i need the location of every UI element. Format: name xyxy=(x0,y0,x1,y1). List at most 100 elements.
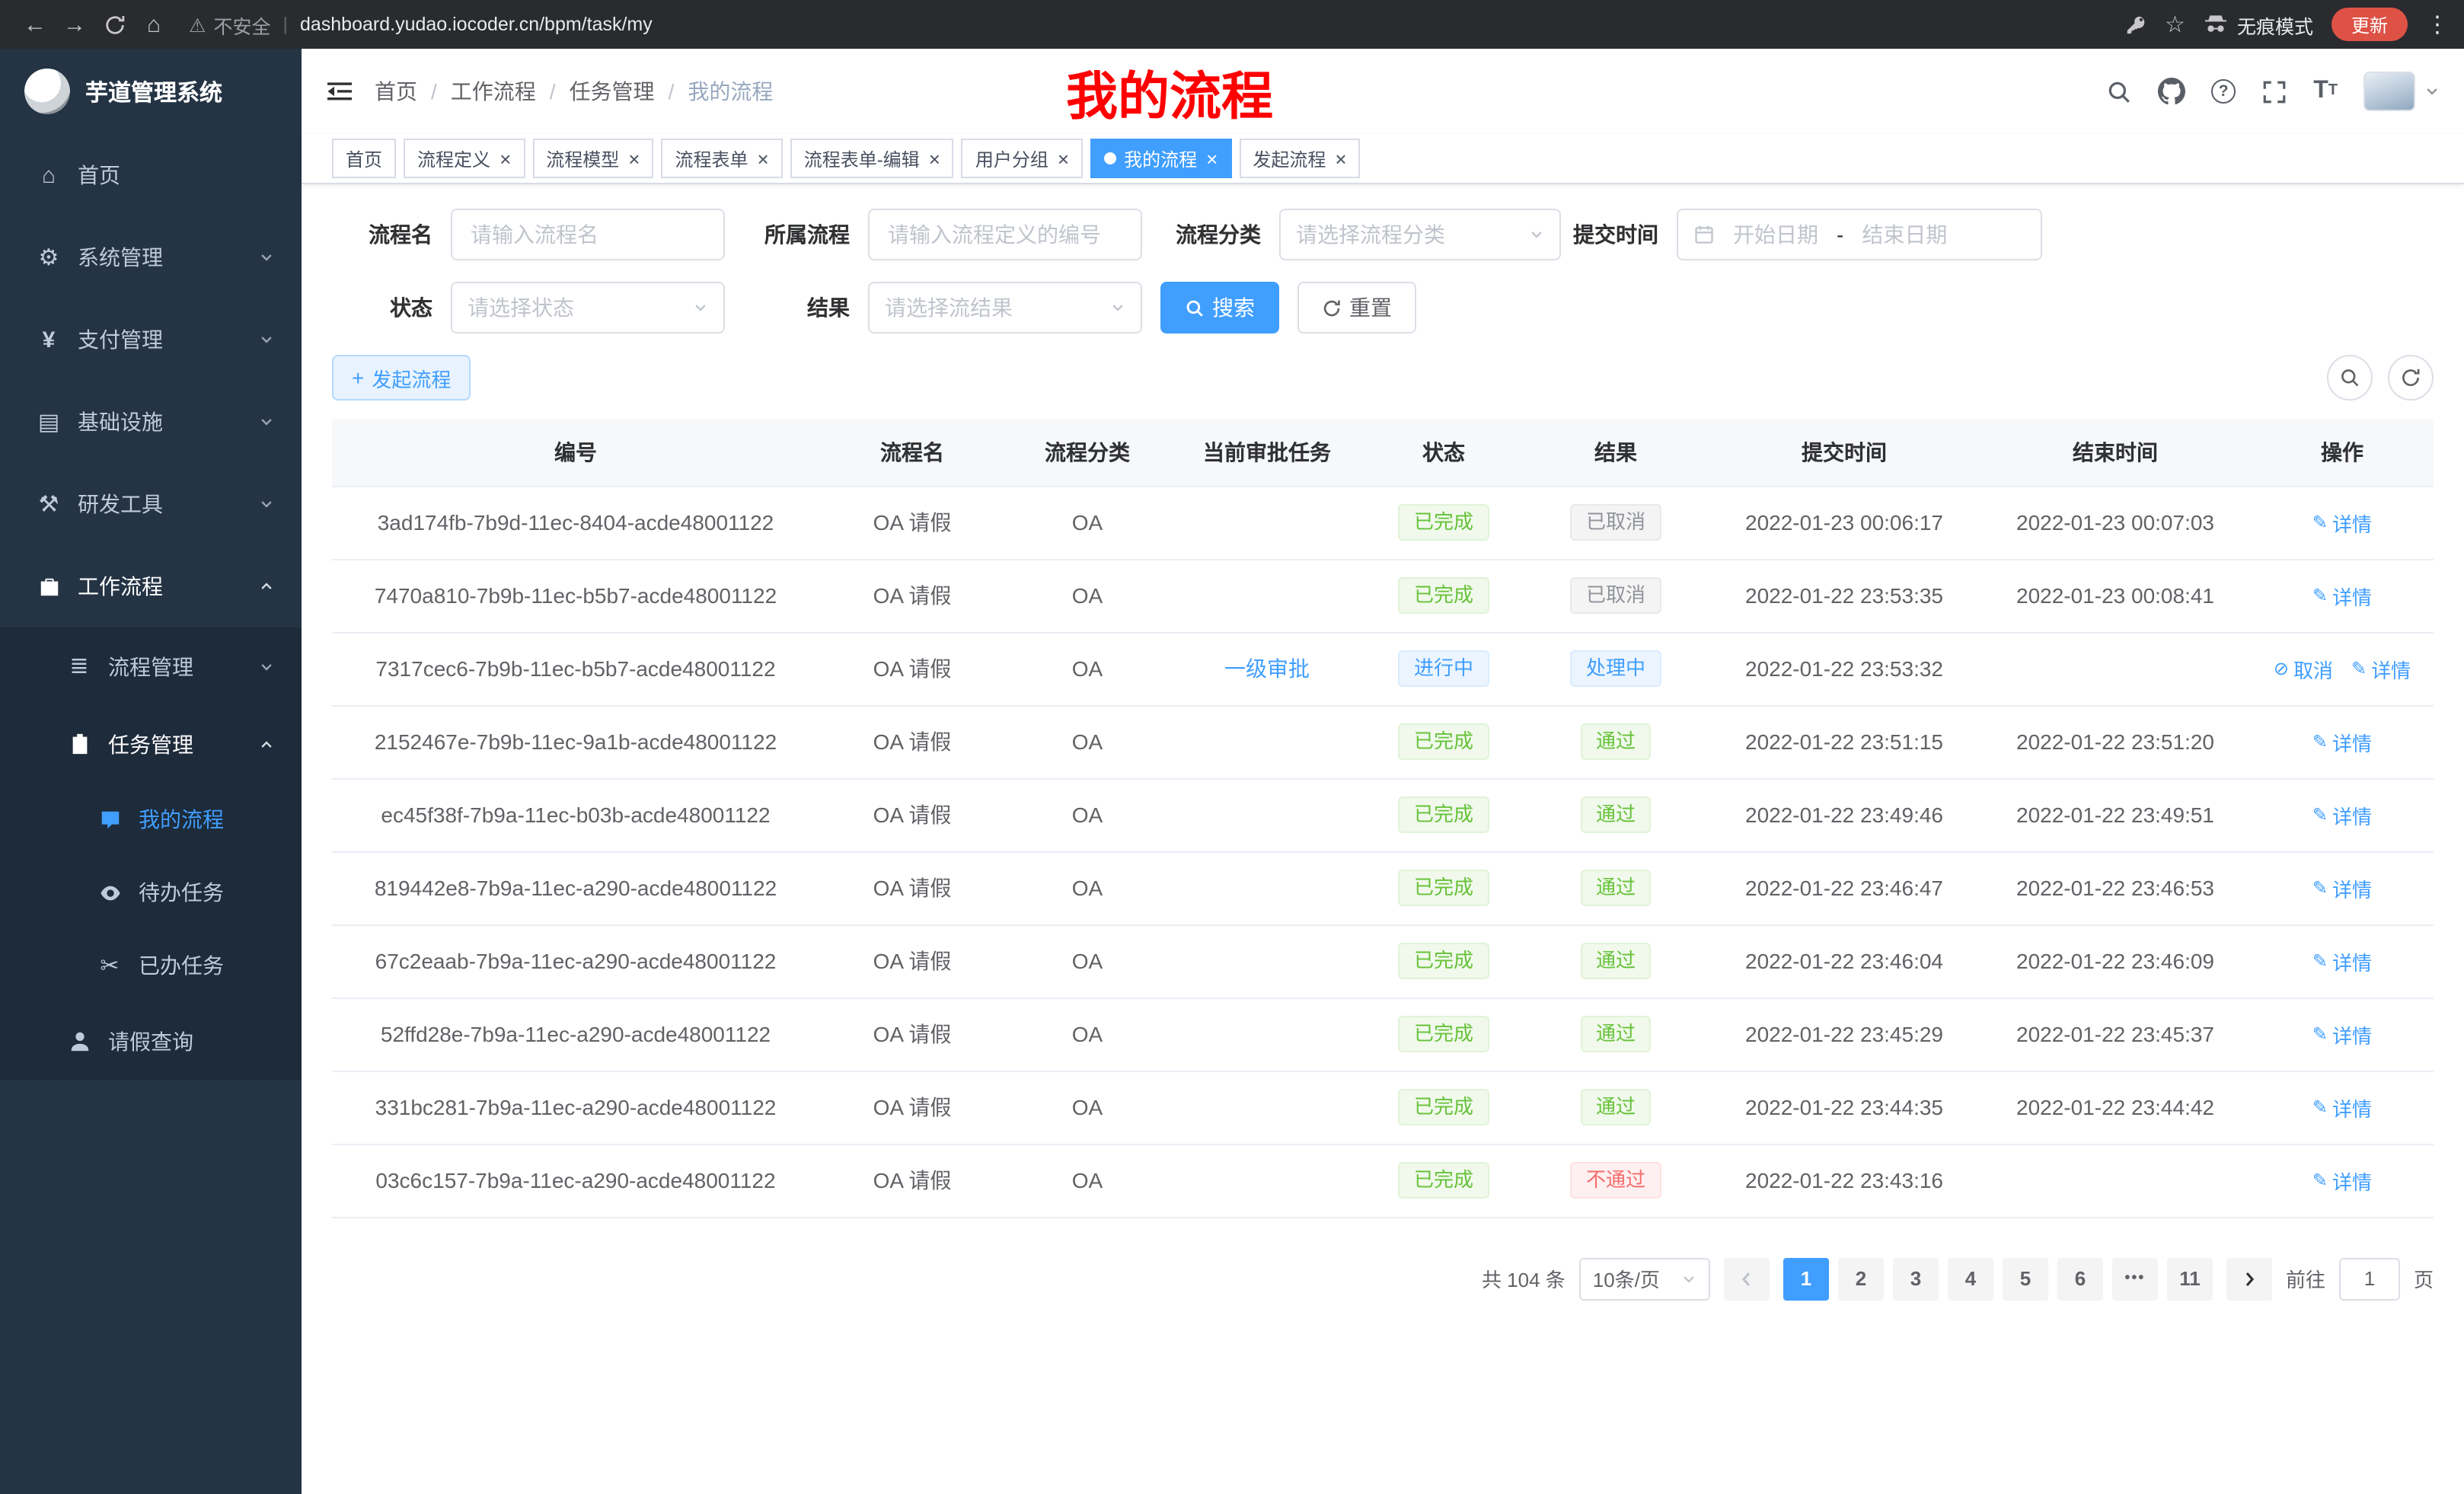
close-icon[interactable]: × xyxy=(1335,148,1346,168)
detail-link[interactable]: ✎详情 xyxy=(2312,800,2372,829)
cell-submit-time: 2022-01-22 23:46:47 xyxy=(1709,851,1980,924)
browser-home-icon[interactable]: ⌂ xyxy=(134,5,174,44)
tab-process-definition[interactable]: 流程定义× xyxy=(404,139,525,178)
result-tag: 已取消 xyxy=(1571,577,1661,614)
search-icon[interactable] xyxy=(2106,78,2132,104)
breadcrumb-item[interactable]: 首页 xyxy=(375,76,417,107)
process-name-input[interactable] xyxy=(451,209,725,260)
tab-start-process[interactable]: 发起流程× xyxy=(1239,139,1360,178)
pagination-total: 共 104 条 xyxy=(1482,1264,1566,1293)
update-button[interactable]: 更新 xyxy=(2332,8,2408,41)
cell-category: OA xyxy=(1005,778,1170,851)
tab-process-form[interactable]: 流程表单× xyxy=(661,139,782,178)
detail-link[interactable]: ✎详情 xyxy=(2312,947,2372,975)
pager-page-4[interactable]: 4 xyxy=(1948,1257,1993,1300)
pager-more[interactable]: ••• xyxy=(2112,1257,2158,1300)
detail-link[interactable]: ✎详情 xyxy=(2312,1093,2372,1122)
table-row: 7470a810-7b9b-11ec-b5b7-acde48001122OA 请… xyxy=(332,559,2434,632)
sidebar-item-done-tasks[interactable]: ✂已办任务 xyxy=(0,929,302,1002)
tab-my-process[interactable]: 我的流程× xyxy=(1090,139,1231,178)
close-icon[interactable]: × xyxy=(500,148,511,168)
tab-user-group[interactable]: 用户分组× xyxy=(962,139,1083,178)
definition-input[interactable] xyxy=(868,209,1142,260)
font-size-icon[interactable]: TT xyxy=(2313,79,2338,104)
breadcrumb-item[interactable]: 任务管理 xyxy=(570,76,655,107)
chevron-down-icon xyxy=(1110,300,1125,315)
detail-link[interactable]: ✎详情 xyxy=(2312,581,2372,610)
tab-process-model[interactable]: 流程模型× xyxy=(532,139,653,178)
sidebar-item-my-process[interactable]: 我的流程 xyxy=(0,783,302,856)
pager-page-1[interactable]: 1 xyxy=(1783,1257,1829,1300)
search-button[interactable]: 搜索 xyxy=(1160,282,1279,334)
breadcrumb-item[interactable]: 工作流程 xyxy=(451,76,536,107)
sidebar-item-task-management[interactable]: 任务管理 xyxy=(0,705,302,783)
sidebar-item-workflow[interactable]: 工作流程 xyxy=(0,545,302,627)
detail-link[interactable]: ✎详情 xyxy=(2312,873,2372,902)
cell-current-task xyxy=(1170,778,1364,851)
reload-icon[interactable] xyxy=(94,5,134,44)
back-icon[interactable]: ← xyxy=(15,5,55,44)
submit-time-range[interactable]: 开始日期 - 结束日期 xyxy=(1677,209,2042,260)
status-tag: 已完成 xyxy=(1399,1016,1489,1052)
sidebar-item-dev-tools[interactable]: ⚒研发工具 xyxy=(0,463,302,545)
result-tag: 通过 xyxy=(1581,1016,1651,1052)
user-menu[interactable] xyxy=(2363,72,2440,111)
goto-page-input[interactable] xyxy=(2339,1257,2400,1300)
github-icon[interactable] xyxy=(2158,78,2185,105)
detail-link[interactable]: ✎详情 xyxy=(2312,1166,2372,1195)
page-size-select[interactable]: 10条/页 xyxy=(1579,1257,1710,1300)
cell-submit-time: 2022-01-22 23:43:16 xyxy=(1709,1144,1980,1217)
create-process-button[interactable]: + 发起流程 xyxy=(332,355,471,401)
close-icon[interactable]: × xyxy=(1206,148,1218,168)
close-icon[interactable]: × xyxy=(758,148,769,168)
forward-icon[interactable]: → xyxy=(55,5,94,44)
refresh-button[interactable] xyxy=(2388,355,2434,401)
category-select[interactable]: 请选择流程分类 xyxy=(1279,209,1561,260)
sidebar-item-payment-management[interactable]: ¥支付管理 xyxy=(0,298,302,381)
tab-home[interactable]: 首页 xyxy=(332,139,396,178)
cell-end-time xyxy=(1980,632,2251,705)
sidebar-item-home[interactable]: ⌂首页 xyxy=(0,134,302,216)
pager-prev-button[interactable] xyxy=(1724,1257,1770,1300)
pager-page-3[interactable]: 3 xyxy=(1893,1257,1939,1300)
result-select[interactable]: 请选择流结果 xyxy=(868,282,1142,334)
close-icon[interactable]: × xyxy=(628,148,640,168)
cell-submit-time: 2022-01-22 23:45:29 xyxy=(1709,998,1980,1071)
cell-process-name: OA 请假 xyxy=(819,705,1005,778)
close-icon[interactable]: × xyxy=(1058,148,1069,168)
sidebar-toggle-icon[interactable] xyxy=(326,78,353,105)
pager-next-button[interactable] xyxy=(2226,1257,2272,1300)
reset-button[interactable]: 重置 xyxy=(1297,282,1416,334)
result-tag: 通过 xyxy=(1581,870,1651,906)
close-icon[interactable]: × xyxy=(929,148,940,168)
pager-page-6[interactable]: 6 xyxy=(2057,1257,2103,1300)
tab-process-form-edit[interactable]: 流程表单-编辑× xyxy=(790,139,954,178)
status-select[interactable]: 请选择状态 xyxy=(451,282,725,334)
bookmark-star-icon[interactable]: ☆ xyxy=(2165,11,2185,38)
sidebar-item-system-management[interactable]: ⚙系统管理 xyxy=(0,216,302,298)
key-icon[interactable] xyxy=(2124,13,2146,36)
app-logo[interactable]: 芋道管理系统 xyxy=(0,49,302,134)
address-bar[interactable]: ⚠ 不安全 | dashboard.yudao.iocoder.cn/bpm/t… xyxy=(189,10,2105,39)
cell-status: 已完成 xyxy=(1364,1144,1523,1217)
cell-process-name: OA 请假 xyxy=(819,998,1005,1071)
current-task-link[interactable]: 一级审批 xyxy=(1224,656,1310,681)
pager-page-5[interactable]: 5 xyxy=(2003,1257,2048,1300)
sidebar-item-infrastructure[interactable]: ▤基础设施 xyxy=(0,381,302,463)
sidebar-item-leave-query[interactable]: 请假查询 xyxy=(0,1002,302,1080)
detail-link[interactable]: ✎详情 xyxy=(2312,727,2372,756)
kebab-menu-icon[interactable]: ⋮ xyxy=(2426,11,2449,38)
cancel-link[interactable]: ⊘取消 xyxy=(2274,654,2333,683)
toggle-search-button[interactable] xyxy=(2327,355,2373,401)
detail-link[interactable]: ✎详情 xyxy=(2312,1020,2372,1049)
detail-link[interactable]: ✎详情 xyxy=(2312,508,2372,537)
help-icon[interactable]: ? xyxy=(2211,79,2236,104)
sidebar-item-process-management[interactable]: ≣流程管理 xyxy=(0,627,302,705)
pager-page-11[interactable]: 11 xyxy=(2167,1257,2213,1300)
sidebar-item-todo-tasks[interactable]: 待办任务 xyxy=(0,856,302,929)
pager-page-2[interactable]: 2 xyxy=(1838,1257,1884,1300)
fullscreen-icon[interactable] xyxy=(2261,78,2287,104)
detail-link[interactable]: ✎详情 xyxy=(2351,654,2411,683)
cell-process-name: OA 请假 xyxy=(819,1144,1005,1217)
cell-category: OA xyxy=(1005,486,1170,559)
